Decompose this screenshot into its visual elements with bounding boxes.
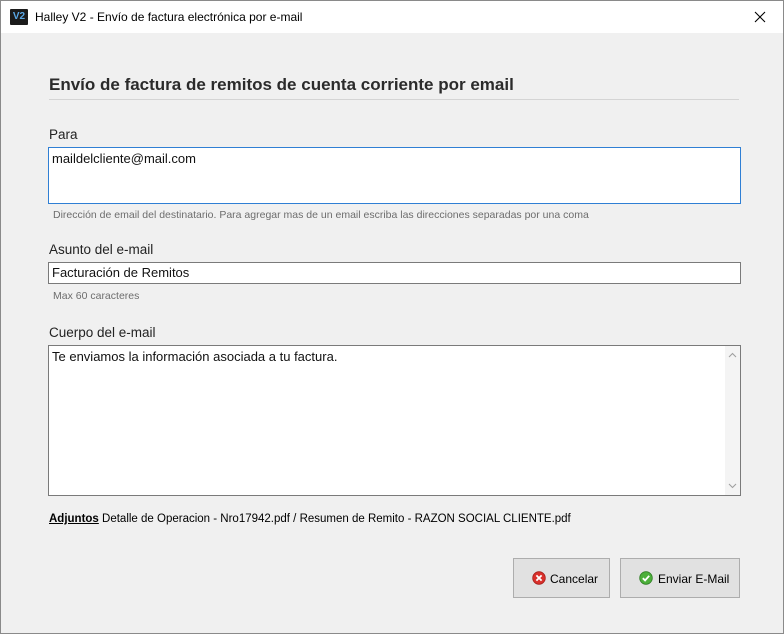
attachments-label: Adjuntos: [49, 513, 99, 525]
attachments-list: Detalle de Operacion - Nro17942.pdf / Re…: [102, 513, 571, 525]
subject-field[interactable]: Facturación de Remitos: [48, 262, 741, 284]
scroll-down-icon[interactable]: [728, 483, 737, 489]
send-button-label: Enviar E-Mail: [658, 572, 730, 586]
close-icon: [754, 11, 766, 23]
attachments: Adjuntos Detalle de Operacion - Nro17942…: [49, 513, 571, 525]
page-title: Envío de factura de remitos de cuenta co…: [49, 75, 514, 94]
scroll-up-icon[interactable]: [728, 352, 737, 358]
close-button[interactable]: [737, 1, 783, 33]
app-icon-text: V2: [12, 11, 26, 22]
body-field[interactable]: Te enviamos la información asociada a tu…: [48, 345, 741, 496]
window-title: Halley V2 - Envío de factura electrónica…: [35, 10, 303, 24]
send-email-button[interactable]: Enviar E-Mail: [620, 558, 740, 598]
body-scrollbar[interactable]: [725, 346, 740, 495]
check-icon: [639, 571, 653, 585]
cancel-button-label: Cancelar: [550, 572, 599, 586]
app-icon: V2: [10, 9, 28, 25]
body-text: Te enviamos la información asociada a tu…: [52, 349, 338, 364]
email-dialog-window: V2 Halley V2 - Envío de factura electrón…: [0, 0, 784, 634]
body-label: Cuerpo del e-mail: [49, 325, 156, 340]
cancel-icon: [532, 571, 546, 585]
divider: [49, 99, 739, 100]
to-field[interactable]: maildelcliente@mail.com: [48, 147, 741, 204]
title-bar[interactable]: V2 Halley V2 - Envío de factura electrón…: [1, 1, 783, 33]
subject-label: Asunto del e-mail: [49, 242, 154, 257]
to-hint: Dirección de email del destinatario. Par…: [53, 209, 589, 221]
to-label: Para: [49, 127, 78, 142]
subject-hint: Max 60 caracteres: [53, 290, 140, 302]
cancel-button[interactable]: Cancelar: [513, 558, 610, 598]
